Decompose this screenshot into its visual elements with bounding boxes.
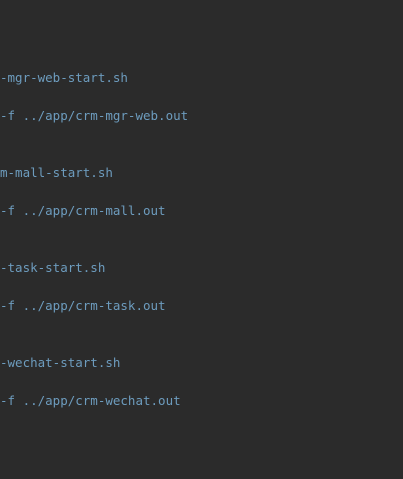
- code-editor[interactable]: -mgr-web-start.sh -f ../app/crm-mgr-web.…: [0, 0, 403, 479]
- code-line: m-mall-start.sh: [0, 165, 113, 180]
- code-line: -task-start.sh: [0, 260, 106, 275]
- code-line: -f ../app/crm-mgr-web.out: [0, 108, 189, 123]
- code-line: -f ../app/crm-wechat.out: [0, 393, 181, 408]
- code-line: -f ../app/crm-task.out: [0, 298, 166, 313]
- code-line: -wechat-start.sh: [0, 355, 121, 370]
- code-line: -mgr-web-start.sh: [0, 70, 128, 85]
- code-line: -f ../app/crm-mall.out: [0, 203, 166, 218]
